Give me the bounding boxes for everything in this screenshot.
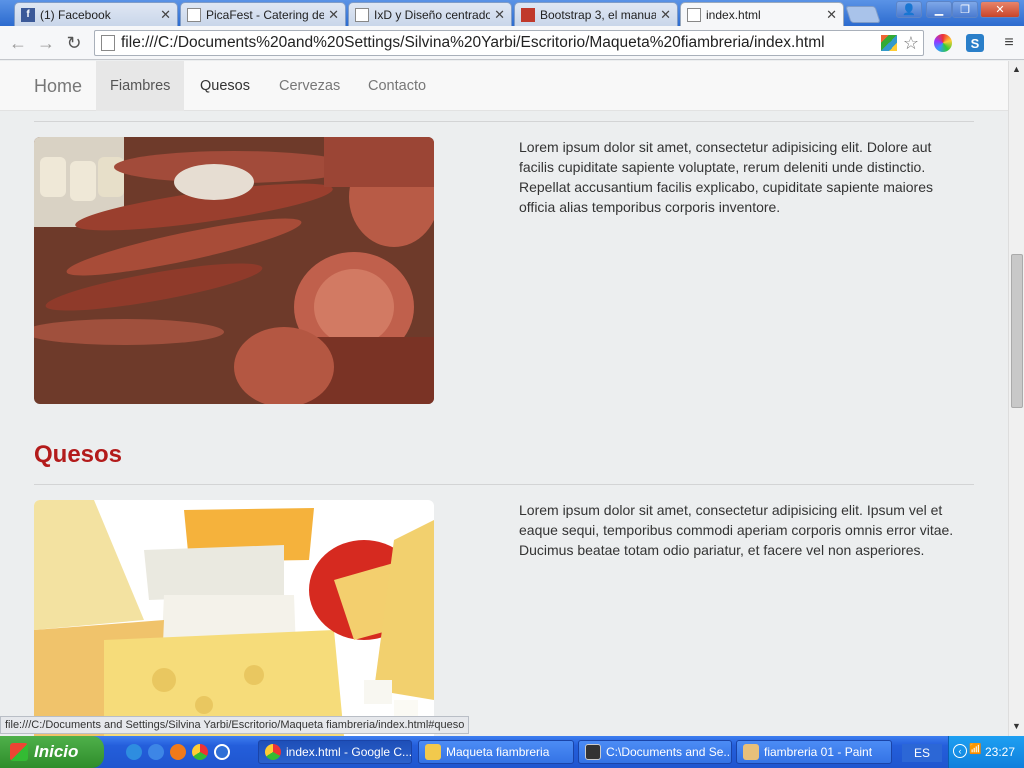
reload-button[interactable]: ↻ [62, 31, 86, 55]
close-tab-icon[interactable]: ✕ [328, 7, 339, 23]
tab-title: IxD y Diseño centrado e [374, 7, 491, 22]
brand-home-link[interactable]: Home [34, 76, 82, 97]
taskbar-item-folder[interactable]: Maqueta fiambreria [418, 740, 574, 764]
forward-button[interactable]: → [34, 31, 58, 55]
fiambres-description: Lorem ipsum dolor sit amet, consectetur … [519, 139, 933, 215]
address-bar[interactable]: file:///C:/Documents%20and%20Settings/Si… [94, 30, 924, 56]
windows-flag-icon [10, 743, 28, 761]
taskbar-item-explorer[interactable]: C:\Documents and Se... [578, 740, 732, 764]
scroll-thumb[interactable] [1011, 254, 1023, 408]
paint-icon [743, 744, 759, 760]
window-icon [585, 744, 601, 760]
taskbar-item-label: fiambreria 01 - Paint [764, 745, 873, 759]
taskbar-item-label: C:\Documents and Se... [606, 745, 732, 759]
close-tab-icon[interactable]: ✕ [660, 7, 671, 23]
tab-picafest[interactable]: PicaFest - Catering de p ✕ [180, 2, 346, 26]
nav-link-quesos[interactable]: Quesos [186, 61, 264, 111]
language-indicator[interactable]: ES [902, 744, 942, 762]
close-tab-icon[interactable]: ✕ [826, 7, 837, 23]
taskbar-item-paint[interactable]: fiambreria 01 - Paint [736, 740, 892, 764]
minimize-button[interactable]: ▁ [926, 1, 952, 18]
tab-bootstrap[interactable]: Bootstrap 3, el manual o ✕ [514, 2, 678, 26]
quesos-image [34, 500, 434, 736]
close-window-button[interactable]: ✕ [980, 1, 1020, 18]
nav-link-cervezas[interactable]: Cervezas [265, 61, 354, 111]
back-button[interactable]: ← [6, 31, 30, 55]
tab-strip: f (1) Facebook ✕ PicaFest - Catering de … [0, 0, 1024, 26]
nav-link-fiambres[interactable]: Fiambres [96, 61, 185, 111]
menu-icon[interactable]: ≡ [1000, 34, 1018, 52]
url-text: file:///C:/Documents%20and%20Settings/Si… [121, 34, 825, 51]
internet-explorer-icon[interactable] [148, 744, 164, 760]
browser-toolbar: ← → ↻ file:///C:/Documents%20and%20Setti… [0, 26, 1024, 60]
status-bubble: file:///C:/Documents and Settings/Silvin… [0, 716, 470, 734]
nav-link-contacto[interactable]: Contacto [354, 61, 440, 111]
scroll-down-arrow-icon[interactable]: ▼ [1012, 721, 1021, 731]
firefox-icon[interactable] [170, 744, 186, 760]
extension-icon[interactable] [880, 35, 897, 51]
tab-ixd[interactable]: IxD y Diseño centrado e ✕ [348, 2, 512, 26]
vertical-scrollbar[interactable]: ▲ ▼ [1008, 61, 1024, 736]
page-content: Home Fiambres Quesos Cervezas Contacto L… [0, 61, 1008, 736]
site-navbar: Home Fiambres Quesos Cervezas Contacto [0, 61, 1008, 111]
book-icon [521, 7, 535, 22]
tab-title: (1) Facebook [40, 7, 111, 22]
close-tab-icon[interactable]: ✕ [494, 7, 505, 23]
start-label: Inicio [34, 742, 79, 761]
system-tray: ‹ 📶 23:27 [948, 736, 1024, 768]
taskbar-item-chrome[interactable]: index.html - Google C... [258, 740, 412, 764]
facebook-icon: f [21, 7, 35, 22]
clock[interactable]: 23:27 [985, 745, 1015, 759]
taskbar-item-label: index.html - Google C... [286, 745, 412, 759]
folder-icon [425, 744, 441, 760]
section-divider [34, 121, 974, 122]
show-desktop-icon[interactable] [126, 744, 142, 760]
taskbar-item-label: Maqueta fiambreria [446, 745, 550, 759]
page-icon [187, 7, 201, 22]
windows-taskbar: Inicio index.html - Google C... Maqueta … [0, 736, 1024, 768]
skype-extension-icon[interactable]: S [966, 34, 984, 52]
restore-button[interactable]: ❐ [952, 1, 978, 18]
user-icon[interactable]: 👤 [896, 1, 922, 18]
start-button[interactable]: Inicio [0, 736, 104, 768]
chrome-icon [265, 744, 281, 760]
tab-title: index.html [706, 7, 761, 22]
network-icon[interactable]: 📶 [969, 744, 983, 756]
bookmark-star-icon[interactable]: ☆ [903, 33, 919, 54]
tray-expand-icon[interactable]: ‹ [953, 744, 967, 758]
media-player-icon[interactable] [214, 744, 230, 760]
new-tab-button[interactable] [845, 6, 881, 23]
tab-index[interactable]: index.html ✕ [680, 2, 844, 26]
scroll-up-arrow-icon[interactable]: ▲ [1012, 64, 1021, 74]
color-picker-extension-icon[interactable] [934, 34, 952, 52]
quesos-description: Lorem ipsum dolor sit amet, consectetur … [519, 502, 954, 558]
quesos-heading: Quesos [34, 441, 123, 468]
tab-title: PicaFest - Catering de p [206, 7, 325, 22]
page-icon [355, 7, 369, 22]
page-icon [101, 35, 115, 51]
tab-facebook[interactable]: f (1) Facebook ✕ [14, 2, 178, 26]
close-tab-icon[interactable]: ✕ [160, 7, 171, 23]
section-divider [34, 484, 974, 485]
fiambres-image [34, 137, 434, 404]
tab-title: Bootstrap 3, el manual o [540, 7, 657, 22]
chrome-icon[interactable] [192, 744, 208, 760]
page-icon [687, 7, 701, 22]
